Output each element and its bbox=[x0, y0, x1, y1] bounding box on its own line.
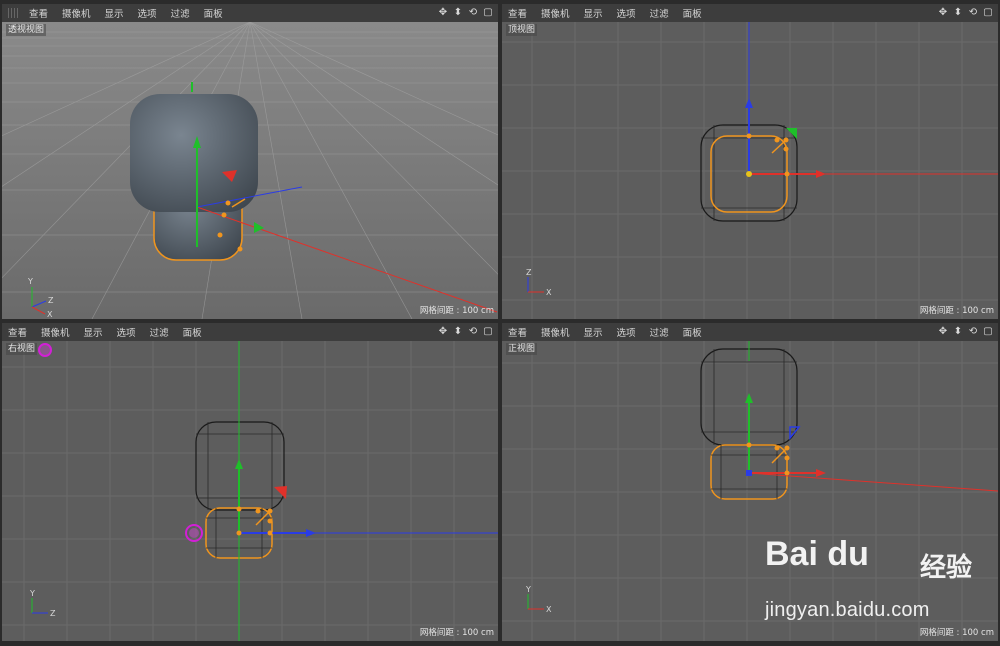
menu-display[interactable]: 显示 bbox=[77, 325, 110, 339]
watermark-logo: Bai du bbox=[765, 535, 869, 573]
top-canvas[interactable]: Z X bbox=[502, 22, 998, 319]
move-view-icon[interactable]: ✥ bbox=[437, 325, 449, 338]
menu-display[interactable]: 显示 bbox=[98, 6, 131, 20]
viewport-label: 右视图 bbox=[6, 343, 38, 355]
menu-options[interactable]: 选项 bbox=[610, 6, 643, 20]
viewport-label: 顶视图 bbox=[506, 24, 538, 36]
menu-options[interactable]: 选项 bbox=[610, 325, 643, 339]
rotate-view-icon[interactable]: ⟲ bbox=[967, 325, 979, 338]
zoom-view-icon[interactable]: ⬍ bbox=[452, 325, 464, 338]
menu-filter[interactable]: 过滤 bbox=[643, 6, 676, 20]
perspective-scene: Y Z X bbox=[2, 22, 498, 319]
axis-x-letter: X bbox=[546, 288, 552, 297]
menu-filter[interactable]: 过滤 bbox=[143, 325, 176, 339]
zoom-view-icon[interactable]: ⬍ bbox=[952, 325, 964, 338]
viewport-menubar: 查看 摄像机 显示 选项 过滤 面板 ✥ ⬍ ⟲ ▢ bbox=[502, 323, 998, 341]
menu-camera[interactable]: 摄像机 bbox=[534, 325, 577, 339]
viewport-menubar: 查看 摄像机 显示 选项 过滤 面板 ✥ ⬍ ⟲ ▢ bbox=[2, 323, 498, 341]
menu-display[interactable]: 显示 bbox=[577, 6, 610, 20]
menu-filter[interactable]: 过滤 bbox=[643, 325, 676, 339]
viewport-perspective[interactable]: 查看 摄像机 显示 选项 过滤 面板 ✥ ⬍ ⟲ ▢ Y Z X 透视视图 网格… bbox=[2, 4, 498, 319]
right-canvas[interactable]: Y Z bbox=[2, 341, 498, 641]
move-view-icon[interactable]: ✥ bbox=[937, 325, 949, 338]
zoom-view-icon[interactable]: ⬍ bbox=[452, 6, 464, 19]
upper-cube[interactable] bbox=[130, 94, 258, 212]
rotate-view-icon[interactable]: ⟲ bbox=[967, 6, 979, 19]
watermark-url: jingyan.baidu.com bbox=[765, 599, 930, 621]
menu-options[interactable]: 选项 bbox=[110, 325, 143, 339]
maximize-view-icon[interactable]: ▢ bbox=[982, 6, 994, 19]
right-scene: Y Z bbox=[2, 341, 498, 641]
menu-options[interactable]: 选项 bbox=[131, 6, 164, 20]
grid-spacing-info: 网格间距 : 100 cm bbox=[919, 306, 994, 316]
viewport-label: 正视图 bbox=[506, 343, 538, 355]
viewport-right[interactable]: 查看 摄像机 显示 选项 过滤 面板 ✥ ⬍ ⟲ ▢ Y Z 右视图 网格间距 … bbox=[2, 323, 498, 641]
menu-view[interactable]: 查看 bbox=[502, 6, 534, 20]
menu-view[interactable]: 查看 bbox=[22, 6, 55, 20]
perspective-canvas[interactable]: Y Z X bbox=[2, 22, 498, 319]
axis-y-letter: Y bbox=[525, 585, 531, 594]
rotate-view-icon[interactable]: ⟲ bbox=[467, 325, 479, 338]
axis-z-letter: Z bbox=[50, 609, 56, 618]
grid-spacing-info: 网格间距 : 100 cm bbox=[419, 306, 494, 316]
watermark-cn: 经验 bbox=[920, 553, 973, 583]
viewport-top[interactable]: 查看 摄像机 显示 选项 过滤 面板 ✥ ⬍ ⟲ ▢ Z X 顶视图 网格间距 … bbox=[502, 4, 998, 319]
axis-x-letter: X bbox=[546, 605, 552, 614]
menu-view[interactable]: 查看 bbox=[502, 325, 534, 339]
grid-spacing-info: 网格间距 : 100 cm bbox=[419, 628, 494, 638]
menu-filter[interactable]: 过滤 bbox=[164, 6, 197, 20]
cinema4d-viewport-layout: 查看 摄像机 显示 选项 过滤 面板 ✥ ⬍ ⟲ ▢ Y Z X 透视视图 网格… bbox=[0, 0, 1000, 646]
axis-y-letter: Y bbox=[27, 277, 33, 286]
menu-camera[interactable]: 摄像机 bbox=[55, 6, 98, 20]
axis-z-letter: Z bbox=[48, 296, 54, 305]
rotate-view-icon[interactable]: ⟲ bbox=[467, 6, 479, 19]
axis-z-letter: Z bbox=[526, 268, 532, 277]
maximize-view-icon[interactable]: ▢ bbox=[482, 325, 494, 338]
menu-panel[interactable]: 面板 bbox=[676, 6, 709, 20]
viewport-menubar: 查看 摄像机 显示 选项 过滤 面板 ✥ ⬍ ⟲ ▢ bbox=[502, 4, 998, 22]
viewport-menubar: 查看 摄像机 显示 选项 过滤 面板 ✥ ⬍ ⟲ ▢ bbox=[2, 4, 498, 22]
menu-display[interactable]: 显示 bbox=[577, 325, 610, 339]
move-view-icon[interactable]: ✥ bbox=[437, 6, 449, 19]
maximize-view-icon[interactable]: ▢ bbox=[982, 325, 994, 338]
menu-camera[interactable]: 摄像机 bbox=[534, 6, 577, 20]
move-view-icon[interactable]: ✥ bbox=[937, 6, 949, 19]
menu-view[interactable]: 查看 bbox=[2, 325, 34, 339]
zoom-view-icon[interactable]: ⬍ bbox=[952, 6, 964, 19]
maximize-view-icon[interactable]: ▢ bbox=[482, 6, 494, 19]
menu-camera[interactable]: 摄像机 bbox=[34, 325, 77, 339]
axis-y-letter: Y bbox=[29, 589, 35, 598]
click-marker-icon bbox=[38, 343, 52, 357]
menu-panel[interactable]: 面板 bbox=[176, 325, 209, 339]
viewport-label: 透视视图 bbox=[6, 24, 47, 36]
axis-x-letter: X bbox=[47, 310, 53, 319]
baidu-jingyan-watermark: Bai du 经验 jingyan.baidu.com bbox=[765, 535, 995, 635]
top-scene: Z X bbox=[502, 22, 998, 319]
menu-panel[interactable]: 面板 bbox=[197, 6, 230, 20]
panel-grip-icon[interactable] bbox=[8, 8, 18, 18]
menu-panel[interactable]: 面板 bbox=[676, 325, 709, 339]
